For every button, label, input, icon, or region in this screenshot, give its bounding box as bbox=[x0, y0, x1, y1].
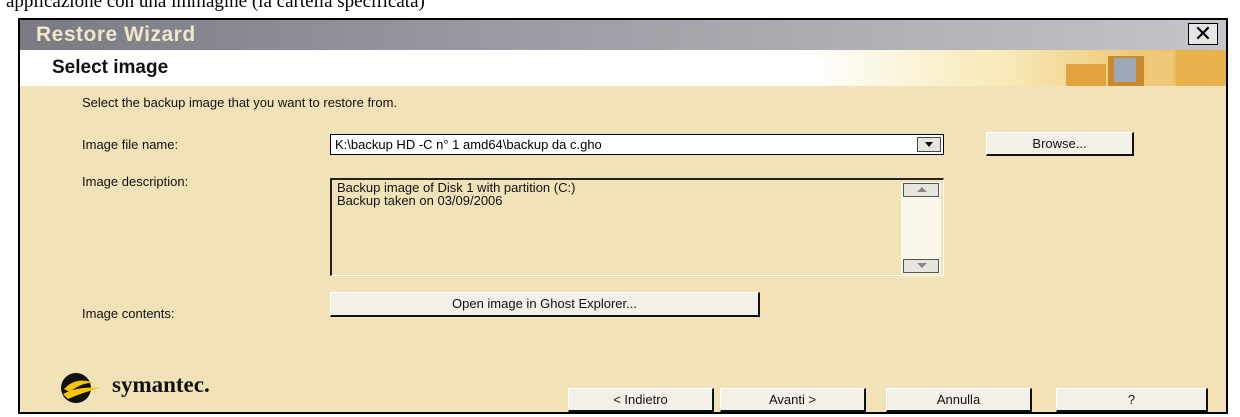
image-file-value: K:\backup HD -C n° 1 amd64\backup da c.g… bbox=[335, 137, 602, 152]
image-file-combobox[interactable]: K:\backup HD -C n° 1 amd64\backup da c.g… bbox=[330, 134, 944, 155]
back-button[interactable]: < Indietro bbox=[568, 388, 714, 412]
next-button[interactable]: Avanti > bbox=[720, 388, 866, 412]
description-scrollbar[interactable] bbox=[901, 182, 941, 274]
document-caption: applicazione con una immagine (la cartel… bbox=[6, 0, 425, 12]
close-button[interactable]: ✕ bbox=[1188, 23, 1218, 45]
header-decoration-icon bbox=[1066, 50, 1226, 86]
image-description-label: Image description: bbox=[82, 174, 189, 189]
image-contents-label: Image contents: bbox=[82, 306, 175, 321]
help-button[interactable]: ? bbox=[1056, 388, 1208, 412]
cancel-button[interactable]: Annulla bbox=[886, 388, 1032, 412]
instruction-text: Select the backup image that you want to… bbox=[82, 95, 398, 110]
wizard-header: Select image bbox=[20, 50, 1226, 86]
open-ghost-explorer-button[interactable]: Open image in Ghost Explorer... bbox=[330, 292, 760, 317]
brand-name: symantec. bbox=[112, 372, 210, 397]
dropdown-arrow-icon[interactable] bbox=[917, 137, 941, 152]
scroll-down-icon[interactable] bbox=[903, 259, 939, 273]
symantec-logo-icon bbox=[61, 373, 100, 403]
window-title: Restore Wizard bbox=[36, 23, 196, 46]
scroll-up-icon[interactable] bbox=[903, 183, 939, 197]
image-file-label: Image file name: bbox=[82, 137, 179, 152]
browse-button[interactable]: Browse... bbox=[986, 132, 1134, 156]
symantec-logo: symantec. bbox=[54, 370, 234, 406]
restore-wizard-window: Restore Wizard ✕ Select image Select the… bbox=[18, 18, 1228, 414]
close-icon: ✕ bbox=[1193, 21, 1213, 46]
image-description-textarea[interactable]: Backup image of Disk 1 with partition (C… bbox=[330, 178, 944, 276]
description-line-2: Backup taken on 03/09/2006 bbox=[337, 193, 503, 208]
page-title: Select image bbox=[52, 57, 169, 78]
title-bar: Restore Wizard ✕ bbox=[20, 20, 1226, 50]
